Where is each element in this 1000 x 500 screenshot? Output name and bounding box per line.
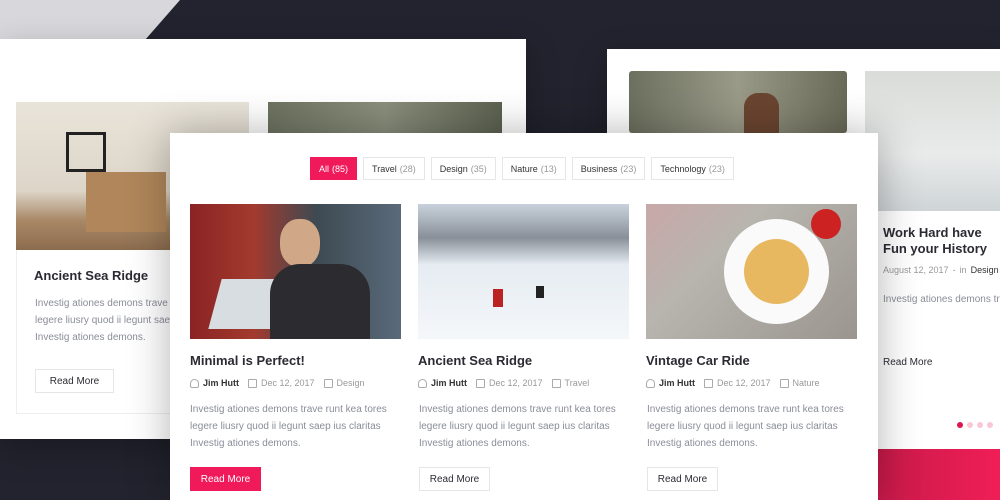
calendar-icon — [704, 378, 713, 388]
post-excerpt: Investig ationes demons trave runt kea t… — [190, 404, 387, 449]
read-more-link[interactable]: Read More — [883, 357, 932, 368]
post-category[interactable]: Travel — [565, 378, 590, 388]
post-excerpt: Investig ationes demons trave runt kea t… — [883, 294, 1000, 305]
filter-design[interactable]: Design (35) — [430, 157, 496, 180]
post-meta: Jim Hutt Dec 12, 2017 Nature — [646, 378, 820, 388]
read-more-button[interactable]: Read More — [35, 369, 114, 393]
post-image-pasta[interactable] — [646, 204, 857, 339]
post-title[interactable]: Ancient Sea Ridge — [418, 353, 532, 368]
pagination-dot[interactable] — [987, 422, 993, 428]
read-more-button[interactable]: Read More — [419, 467, 490, 491]
user-icon — [190, 378, 199, 388]
post-category[interactable]: Nature — [793, 378, 820, 388]
blog-filter-panel: All (85) Travel (28) Design (35) Nature (13)… — [170, 133, 878, 500]
read-more-button[interactable]: Read More — [647, 467, 718, 491]
post-title: Ancient Sea Ridge — [34, 268, 149, 283]
post-excerpt: Investig ationes demons trave runt kea t… — [647, 404, 844, 449]
in-label: in — [959, 265, 967, 275]
post-title[interactable]: Vintage Car Ride — [646, 353, 750, 368]
post-author[interactable]: Jim Hutt — [203, 378, 239, 388]
post-date: Dec 12, 2017 — [261, 378, 315, 388]
filter-technology[interactable]: Technology (23) — [651, 157, 734, 180]
user-icon — [418, 378, 427, 388]
background-shape — [0, 0, 180, 40]
pagination-dots — [957, 422, 993, 428]
folder-icon — [323, 378, 333, 388]
pagination-dot[interactable] — [957, 422, 963, 428]
post-image-laptop[interactable] — [190, 204, 401, 339]
folder-icon — [551, 378, 561, 388]
filter-nature[interactable]: Nature (13) — [501, 157, 566, 180]
post-title[interactable]: Minimal is Perfect! — [190, 353, 305, 368]
pagination-dot[interactable] — [967, 422, 973, 428]
post-meta: Jim Hutt Dec 12, 2017 Design — [190, 378, 365, 388]
post-meta: Jim Hutt Dec 12, 2017 Travel — [418, 378, 589, 388]
post-date: Dec 12, 2017 — [489, 378, 543, 388]
post-author[interactable]: Jim Hutt — [659, 378, 695, 388]
calendar-icon — [476, 378, 485, 388]
pagination-dot[interactable] — [977, 422, 983, 428]
meta-separator: - — [952, 265, 956, 275]
user-icon — [646, 378, 655, 388]
post-image-office — [865, 71, 1000, 211]
post-title: Work Hard have Fun your History — [883, 225, 988, 256]
category-filters: All (85) Travel (28) Design (35) Nature (13)… — [310, 157, 734, 180]
read-more-button[interactable]: Read More — [190, 467, 261, 491]
post-image-snow[interactable] — [418, 204, 629, 339]
filter-business[interactable]: Business (23) — [571, 157, 646, 180]
accent-strip — [878, 449, 1000, 500]
post-date: August 12, 2017 — [883, 265, 949, 275]
filter-travel[interactable]: Travel (28) — [363, 157, 425, 180]
post-author[interactable]: Jim Hutt — [431, 378, 467, 388]
post-category[interactable]: Design — [337, 378, 365, 388]
post-excerpt: Investig ationes demons trave runt kea t… — [419, 404, 616, 449]
post-meta: August 12, 2017 - in Design — [883, 265, 999, 275]
post-image-hiker — [629, 71, 847, 133]
post-category[interactable]: Design — [971, 265, 999, 275]
calendar-icon — [248, 378, 257, 388]
post-date: Dec 12, 2017 — [717, 378, 771, 388]
folder-icon — [779, 378, 789, 388]
filter-all[interactable]: All (85) — [310, 157, 358, 180]
